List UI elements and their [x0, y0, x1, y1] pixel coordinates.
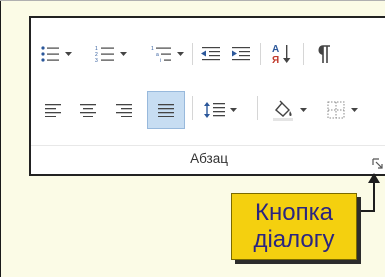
svg-text:i: i [160, 58, 161, 63]
increase-indent-icon [232, 47, 250, 61]
show-formatting-marks-button[interactable] [309, 40, 339, 68]
svg-text:3: 3 [95, 58, 98, 63]
svg-text:a: a [156, 52, 159, 58]
shading-button[interactable] [265, 93, 313, 127]
dialog-launcher-callout: Кнопка діалогу [231, 193, 357, 260]
svg-text:A: A [272, 44, 279, 55]
show-formatting-marks-icon [318, 45, 330, 63]
group-label-divider [31, 145, 385, 146]
callout-leader-line [373, 178, 375, 212]
separator [303, 43, 304, 65]
increase-indent-button[interactable] [227, 42, 255, 66]
line-spacing-icon [204, 102, 225, 118]
chevron-down-icon [351, 108, 358, 112]
decrease-indent-icon [201, 47, 220, 61]
dialog-launcher-icon [372, 158, 383, 169]
separator [192, 96, 193, 120]
align-left-icon [45, 104, 61, 117]
arrow-up-icon [368, 173, 380, 183]
callout-leader-line [357, 210, 375, 212]
align-center-button[interactable] [74, 93, 102, 127]
separator [192, 43, 193, 65]
dialog-launcher-button[interactable] [372, 157, 384, 169]
separator [257, 96, 258, 120]
paragraph-group: 1 2 3 1 a i A Я Абзац [29, 16, 385, 176]
align-left-button[interactable] [39, 93, 67, 127]
multilevel-list-icon: 1 a i [151, 46, 171, 63]
align-right-icon [116, 104, 132, 117]
borders-button[interactable] [319, 93, 365, 127]
bullets-button[interactable] [39, 42, 73, 66]
numbering-icon: 1 2 3 [95, 46, 114, 63]
multilevel-list-button[interactable]: 1 a i [148, 42, 186, 66]
callout-line-2: діалогу [253, 226, 335, 253]
bullets-icon [41, 46, 59, 62]
separator [260, 43, 261, 65]
chevron-down-icon [176, 52, 184, 56]
justify-button[interactable] [147, 91, 185, 129]
justify-icon [158, 104, 174, 117]
numbering-button[interactable]: 1 2 3 [94, 42, 128, 66]
line-spacing-button[interactable] [197, 93, 243, 127]
svg-text:1: 1 [151, 46, 154, 52]
chevron-down-icon [65, 52, 72, 56]
align-right-button[interactable] [110, 93, 138, 127]
sort-icon: A Я [272, 44, 291, 66]
group-label: Абзац [190, 151, 228, 166]
borders-icon [327, 101, 345, 119]
align-center-icon [80, 104, 96, 117]
chevron-down-icon [300, 108, 307, 112]
chevron-down-icon [120, 52, 127, 56]
callout-line-1: Кнопка [255, 199, 333, 226]
chevron-down-icon [230, 108, 237, 112]
sort-button[interactable]: A Я [267, 40, 297, 68]
decrease-indent-button[interactable] [197, 42, 225, 66]
svg-text:Я: Я [272, 55, 279, 66]
shading-icon [273, 100, 293, 121]
